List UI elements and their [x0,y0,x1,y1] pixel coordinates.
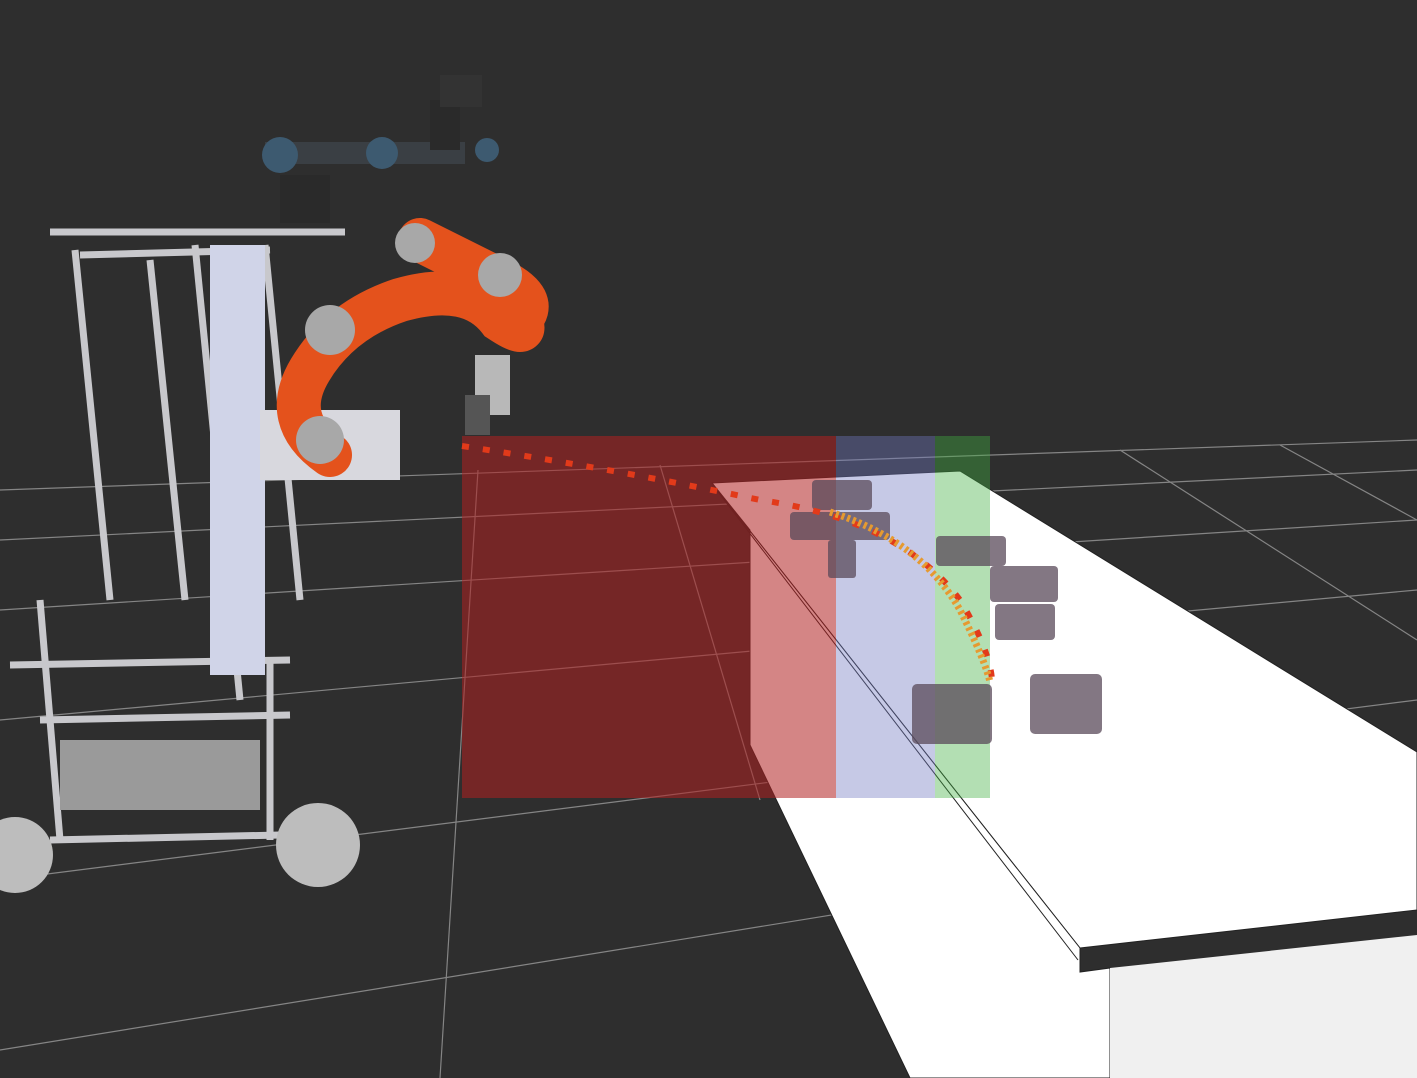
3d-viewport[interactable] [0,0,1417,1078]
lift-column [210,245,265,675]
cart-base [60,740,260,810]
wheel [276,803,360,887]
scene-svg [0,0,1417,1078]
red-region [462,436,836,798]
workspace-regions [462,436,990,798]
